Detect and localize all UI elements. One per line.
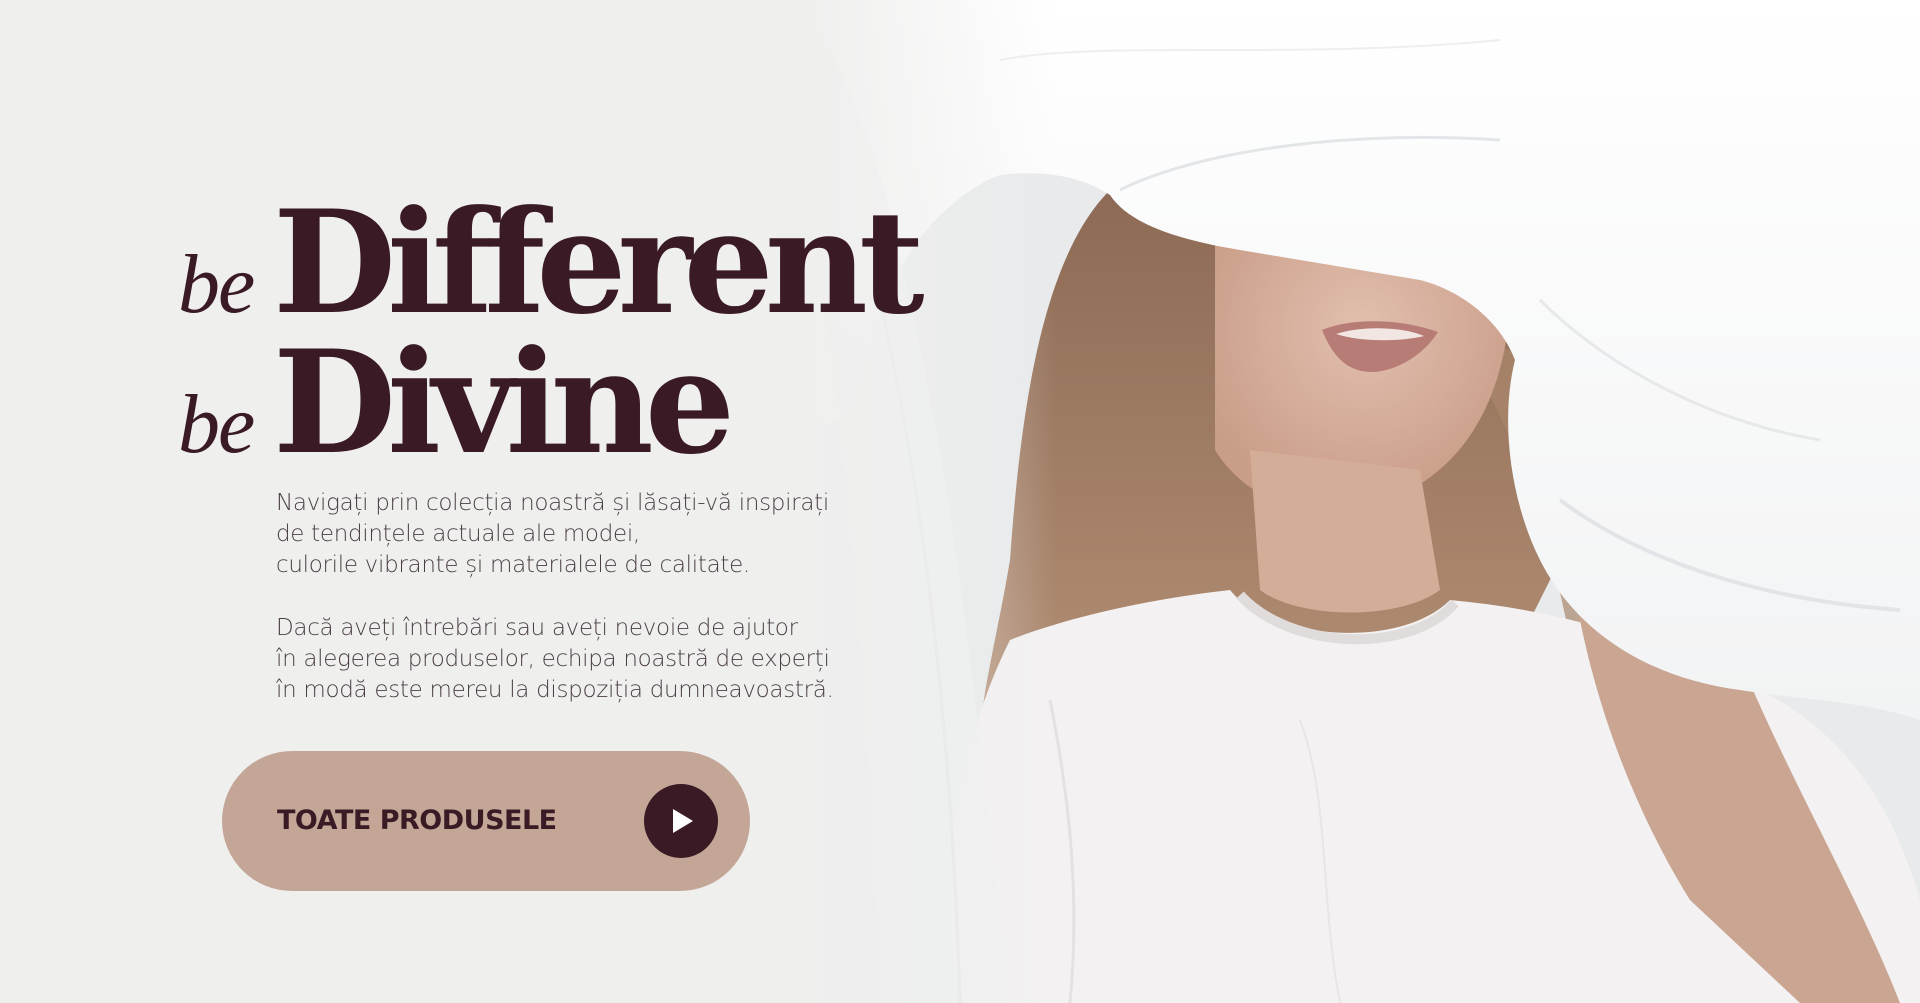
play-triangle (673, 809, 693, 833)
headline-word-divine: Divine (273, 320, 735, 486)
hero-description-1: Navigați prin colecția noastră și lăsați… (276, 488, 916, 581)
headline-prefix-1: be (178, 238, 255, 331)
headline-row-1: be Different (178, 180, 925, 346)
hero-section: be Different be Divine Navigați prin col… (0, 0, 1920, 1003)
hero-headline: be Different be Divine (178, 180, 925, 486)
headline-row-2: be Divine (178, 320, 916, 486)
description-1-line-2: de tendințele actuale ale modei, (276, 521, 640, 547)
hero-description-2: Dacă aveți întrebări sau aveți nevoie de… (276, 613, 916, 706)
play-icon[interactable] (644, 784, 718, 858)
description-2-line-1: Dacă aveți întrebări sau aveți nevoie de… (276, 615, 798, 641)
description-1-line-3: culorile vibrante și materialele de cali… (276, 552, 750, 578)
headline-prefix-2: be (178, 378, 255, 471)
description-2-line-2: în alegerea produselor, echipa noastră d… (276, 646, 830, 672)
headline-word-different: Different (273, 180, 925, 346)
description-2-line-3: în modă este mereu la dispoziția dumneav… (276, 677, 834, 703)
all-products-button[interactable]: TOATE PRODUSELE (222, 751, 750, 891)
all-products-button-label: TOATE PRODUSELE (277, 805, 557, 836)
description-1-line-1: Navigați prin colecția noastră și lăsați… (276, 490, 829, 516)
